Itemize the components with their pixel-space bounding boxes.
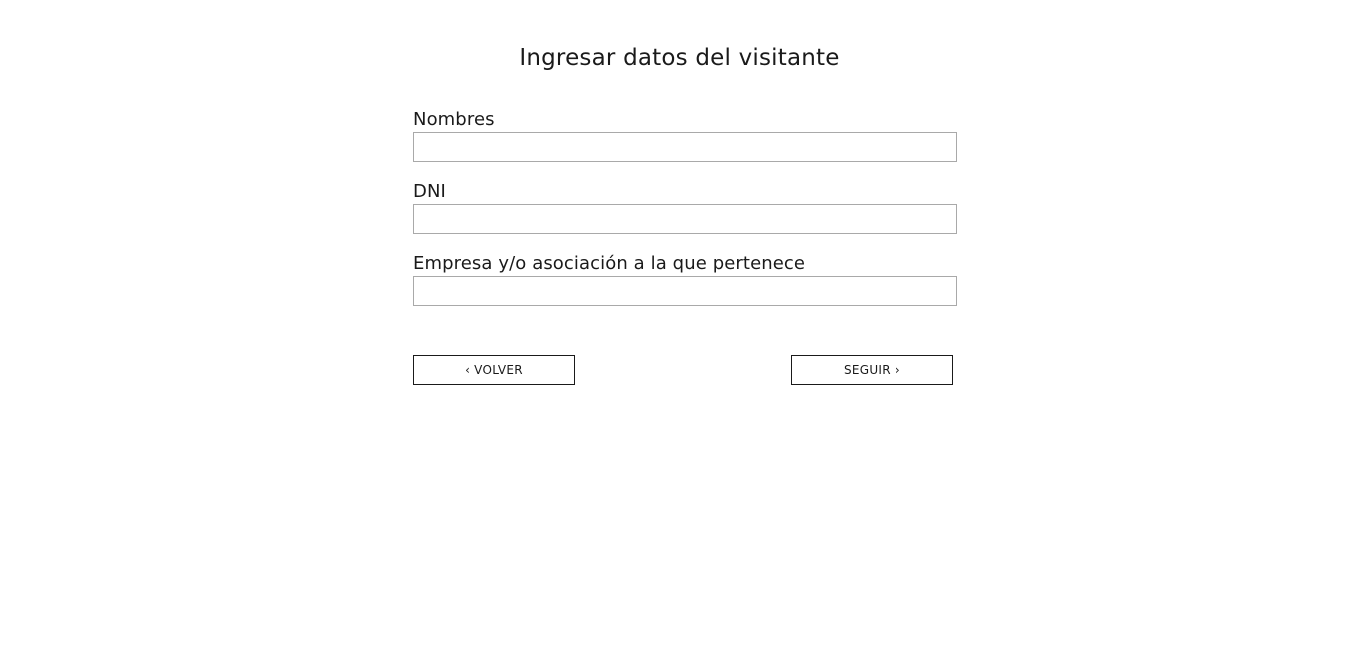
page-title: Ingresar datos del visitante — [519, 45, 840, 71]
nombres-label: Nombres — [413, 109, 495, 130]
nombres-input[interactable] — [413, 132, 957, 162]
empresa-input[interactable] — [413, 276, 957, 306]
field-nombres: Nombres — [413, 108, 957, 162]
field-dni: DNI — [413, 180, 957, 234]
empresa-label: Empresa y/o asociación a la que pertenec… — [413, 253, 806, 274]
back-button-label: VOLVER — [474, 363, 523, 377]
visitor-form: Nombres DNI Empresa y/o asociación a la … — [413, 108, 957, 324]
field-empresa: Empresa y/o asociación a la que pertenec… — [413, 252, 957, 306]
back-button[interactable]: ‹ VOLVER — [413, 355, 575, 385]
next-button-label: SEGUIR — [843, 363, 891, 377]
visitor-form-page: Ingresar datos del visitante Nombres DNI… — [0, 0, 1359, 653]
form-actions: ‹ VOLVER SEGUIR › — [413, 355, 953, 385]
next-button[interactable]: SEGUIR › — [791, 355, 953, 385]
dni-input[interactable] — [413, 204, 957, 234]
chevron-right-icon: › — [894, 363, 901, 377]
chevron-left-icon: ‹ — [465, 363, 471, 377]
dni-label: DNI — [413, 181, 446, 202]
